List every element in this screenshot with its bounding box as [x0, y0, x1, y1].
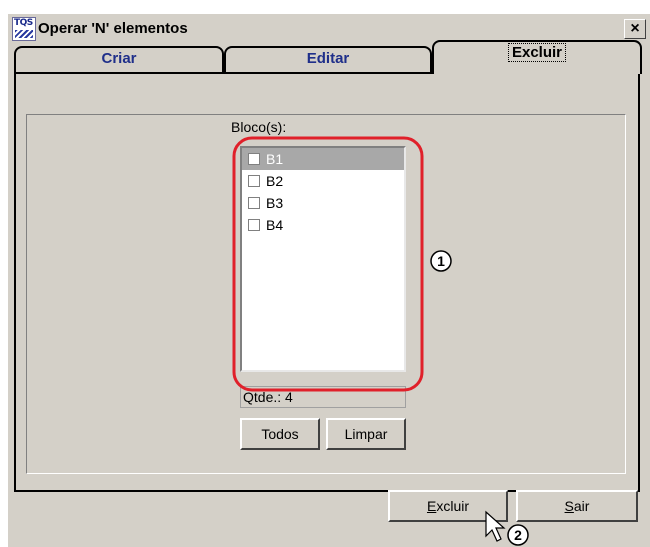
list-item-label: B4: [266, 217, 284, 233]
checkbox[interactable]: [248, 219, 260, 231]
list-item-b1[interactable]: B1: [242, 148, 404, 170]
tab-label: Criar: [101, 50, 137, 67]
clear-button[interactable]: Limpar: [326, 418, 406, 450]
checkbox[interactable]: [248, 175, 260, 187]
list-item-label: B1: [266, 151, 284, 167]
list-item-b4[interactable]: B4: [242, 214, 404, 236]
tqs-app-icon: TQS: [12, 17, 36, 41]
tab-label: Editar: [306, 50, 350, 67]
select-all-button[interactable]: Todos: [240, 418, 320, 450]
callout-number-1: 1: [437, 253, 445, 269]
close-icon: ×: [630, 20, 640, 37]
tab-editar[interactable]: Editar: [224, 46, 432, 72]
window-title: Operar 'N' elementos: [38, 20, 188, 37]
blocks-listbox[interactable]: B1 B2 B3 B4: [240, 146, 406, 372]
tab-criar[interactable]: Criar: [14, 46, 224, 72]
callout-number-2: 2: [514, 527, 522, 543]
delete-button[interactable]: Excluir: [388, 490, 508, 522]
list-item-b2[interactable]: B2: [242, 170, 404, 192]
checkbox[interactable]: [248, 197, 260, 209]
list-item-b3[interactable]: B3: [242, 192, 404, 214]
blocks-label: Bloco(s):: [231, 119, 287, 135]
checkbox[interactable]: [248, 153, 260, 165]
tab-label: Excluir: [507, 43, 567, 62]
list-item-label: B3: [266, 195, 284, 211]
tab-excluir[interactable]: Excluir: [432, 40, 642, 74]
list-item-label: B2: [266, 173, 284, 189]
count-field: Qtde.: 4: [240, 386, 406, 408]
close-button[interactable]: ×: [624, 19, 646, 39]
exit-button[interactable]: Sair: [516, 490, 638, 522]
